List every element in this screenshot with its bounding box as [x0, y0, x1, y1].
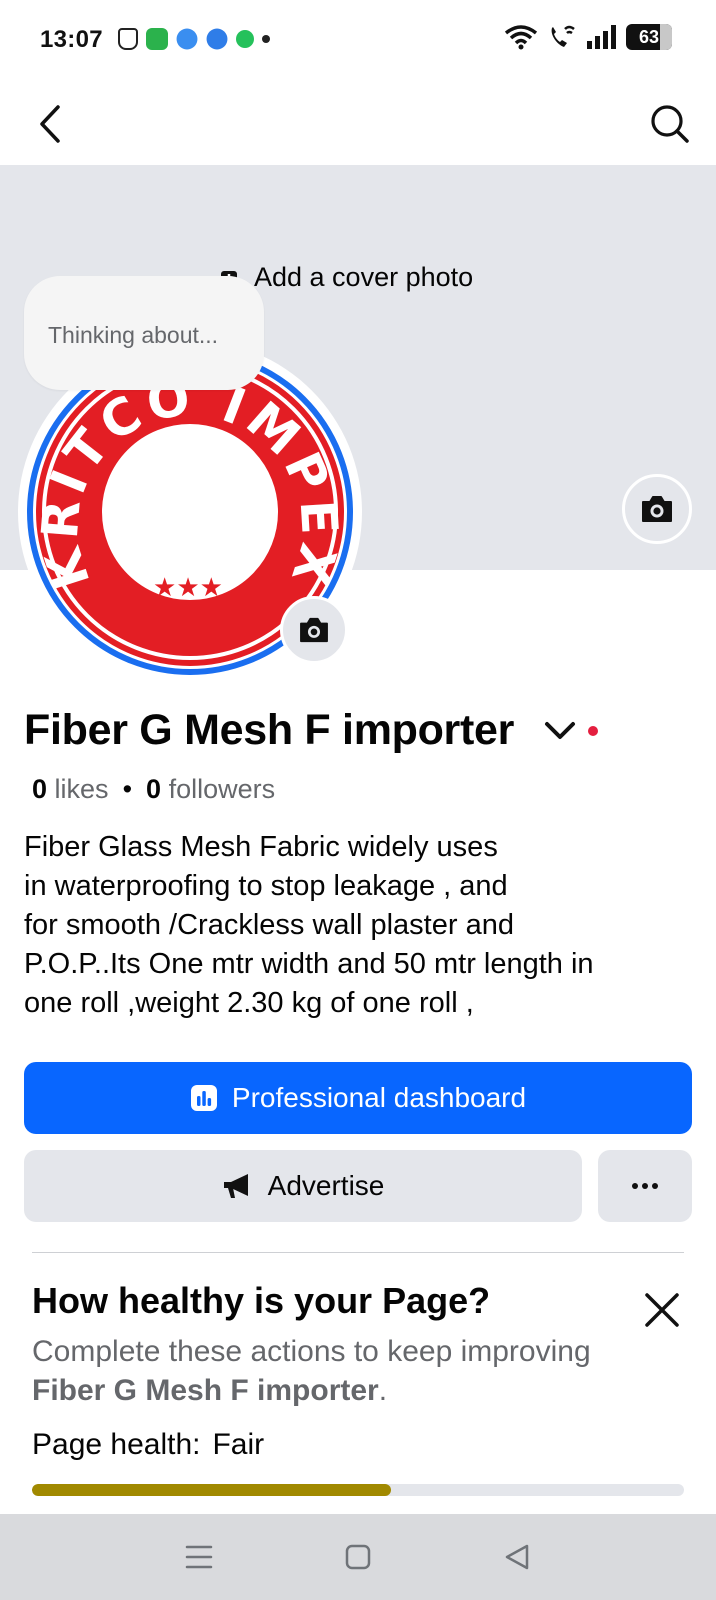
page-health-value: Fair: [212, 1428, 265, 1461]
notification-dot: [588, 725, 599, 736]
advertise-label: Advertise: [267, 1170, 385, 1201]
page-health-progress-fill: [32, 1484, 391, 1496]
edit-cover-camera-button[interactable]: [622, 474, 692, 544]
advertise-button[interactable]: Advertise: [24, 1150, 582, 1222]
add-cover-photo-button[interactable]: Add a cover photo: [220, 262, 473, 293]
dot-icon: [262, 35, 270, 43]
page-health-description: Complete these actions to keep improving…: [32, 1332, 652, 1410]
likes-link[interactable]: 0 likes: [32, 774, 109, 805]
professional-dashboard-label: Professional dashboard: [231, 1082, 527, 1113]
wifi-icon: [504, 25, 538, 50]
page-title: Fiber G Mesh F importer: [24, 706, 515, 754]
wifi-call-icon: [551, 25, 575, 47]
close-health-card-button[interactable]: [638, 1286, 686, 1334]
likes-label: likes: [54, 774, 109, 804]
switch-page-button[interactable]: [540, 713, 580, 749]
page-health-label: Page health:: [32, 1428, 201, 1461]
megaphone-icon: [223, 1174, 248, 1198]
page-stats: 0 likes • 0 followers: [32, 774, 275, 805]
app-blue-icon: [206, 28, 228, 50]
page-name-row: Fiber G Mesh F importer: [24, 706, 599, 755]
more-options-button[interactable]: [598, 1150, 692, 1222]
back-nav-button[interactable]: [487, 1527, 547, 1587]
page-health-title: How healthy is your Page?: [32, 1280, 491, 1321]
home-square-icon: [345, 1544, 371, 1570]
page-health-status: Page health: Fair: [32, 1428, 264, 1462]
page-health-progress: [32, 1484, 684, 1496]
status-time: 13:07: [40, 26, 103, 53]
chat-green-icon: [236, 30, 254, 48]
finger-tap-icon: [118, 28, 138, 50]
more-dots-icon: [632, 1183, 658, 1189]
edit-profile-picture-button[interactable]: [280, 596, 348, 664]
search-button[interactable]: [646, 100, 694, 148]
followers-label: followers: [168, 774, 276, 804]
battery-level: 63: [638, 27, 660, 47]
chevron-down-icon: [545, 721, 576, 739]
home-button[interactable]: [328, 1527, 388, 1587]
followers-link[interactable]: 0 followers: [146, 774, 275, 805]
menu-lines-icon: [186, 1545, 213, 1569]
notification-icons: [118, 28, 270, 50]
thinking-about-bubble[interactable]: Thinking about...: [24, 276, 264, 390]
health-desc-suffix: .: [378, 1374, 388, 1407]
section-divider: [32, 1252, 684, 1253]
followers-count: 0: [146, 774, 162, 804]
camera-icon: [642, 496, 672, 522]
add-cover-label: Add a cover photo: [254, 262, 474, 292]
dashboard-chart-icon: [190, 1085, 217, 1111]
close-icon: [645, 1293, 679, 1327]
status-bar: 13:07 63: [0, 0, 716, 82]
app-green-icon: [146, 28, 168, 50]
chevron-left-icon: [40, 105, 60, 143]
health-desc-page-name: Fiber G Mesh F importer: [32, 1374, 379, 1407]
likes-count: 0: [32, 774, 48, 804]
battery-icon: 63: [626, 24, 672, 50]
health-desc-prefix: Complete these actions to keep improving: [32, 1335, 591, 1368]
professional-dashboard-button[interactable]: Professional dashboard: [24, 1062, 692, 1134]
back-button[interactable]: [28, 100, 72, 148]
recent-apps-button[interactable]: [169, 1527, 229, 1587]
system-icons: 63: [504, 24, 672, 50]
thinking-text: Thinking about...: [48, 322, 219, 348]
page-bio: Fiber Glass Mesh Fabric widely uses in w…: [24, 831, 594, 1019]
back-triangle-icon: [505, 1544, 528, 1570]
app-top-bar: [0, 82, 716, 166]
system-navigation-bar: [0, 1514, 716, 1600]
screen: 13:07 63 Add a cover photo KRITCO IMPEX …: [0, 0, 716, 1600]
camera-icon: [300, 617, 328, 643]
logo-stars: ★★★: [153, 573, 223, 603]
app-blue-icon: [176, 28, 198, 50]
signal-icon: [587, 25, 616, 49]
search-icon: [651, 105, 689, 143]
stats-separator: •: [122, 774, 133, 804]
